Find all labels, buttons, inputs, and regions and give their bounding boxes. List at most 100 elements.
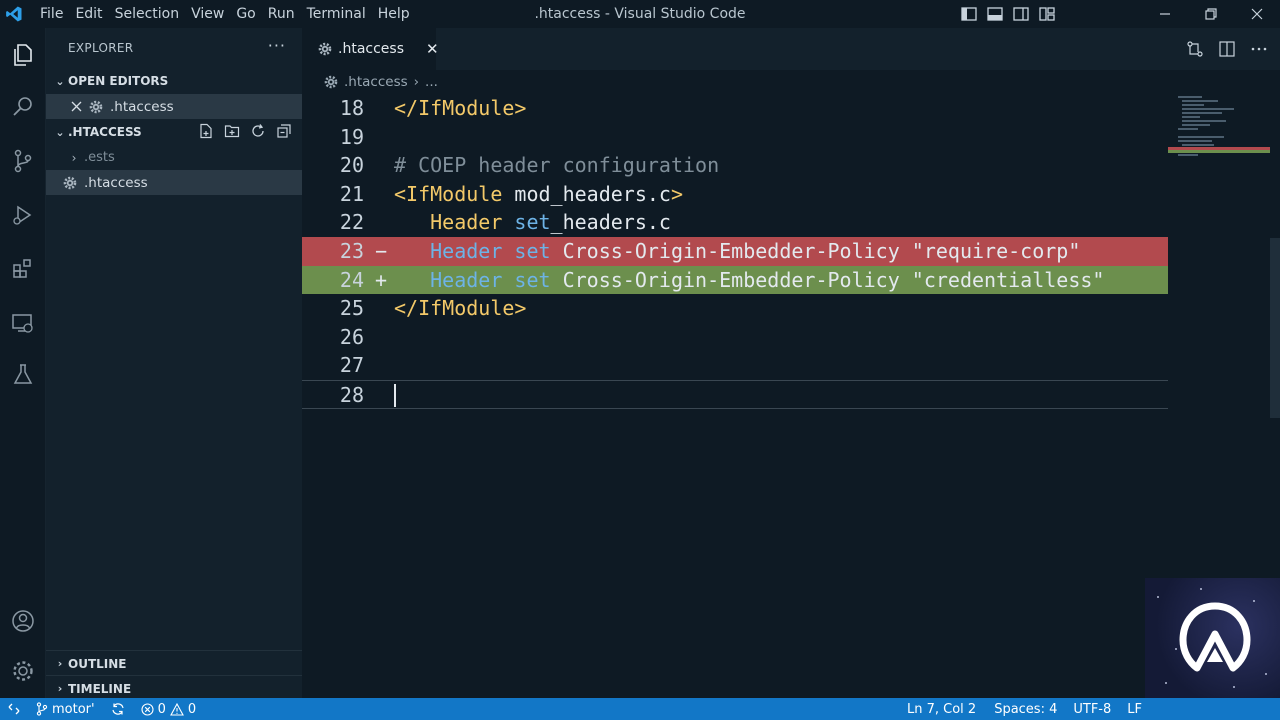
file-gear-icon [88,99,104,115]
more-actions-icon[interactable] [1250,40,1268,58]
tree-item-file[interactable]: .htaccess [46,170,302,195]
explorer-more-actions-icon[interactable]: ··· [268,36,286,55]
menu-view[interactable]: View [185,0,230,28]
code-line[interactable]: 26 [302,323,1168,352]
code-line[interactable]: 21 <IfModule mod_headers.c> [302,180,1168,209]
code-text: Header set Cross-Origin-Embedder-Policy … [394,266,1104,295]
source-control-icon[interactable] [0,138,46,184]
explorer-icon[interactable] [0,32,46,78]
code-text: Header set Cross-Origin-Embedder-Policy … [394,237,1080,266]
branch-status[interactable]: motor' [28,702,103,717]
window-controls [1142,0,1280,28]
toggle-panel-icon[interactable] [986,5,1004,23]
line-number: 20 [339,153,364,178]
open-editors-section-header[interactable]: ⌄ OPEN EDITORS [46,68,302,94]
tree-item-folder[interactable]: › .ests [46,145,302,170]
remote-explorer-icon[interactable] [0,300,46,346]
explorer-title: EXPLORER [68,41,134,55]
open-changes-icon[interactable] [1186,40,1204,58]
code-line[interactable]: 18 </IfModule> [302,94,1168,123]
new-file-icon[interactable] [198,123,214,139]
chevron-right-icon: › [57,657,63,670]
line-number: 26 [339,324,364,349]
collapse-all-icon[interactable] [276,123,292,139]
close-tab-icon[interactable]: ✕ [426,40,439,58]
code-line[interactable]: 27 [302,351,1168,380]
error-icon [141,702,154,716]
menu-selection[interactable]: Selection [109,0,186,28]
explorer-sidebar: EXPLORER ··· ⌄ OPEN EDITORS .htaccess ⌄ … [46,28,302,698]
code-token: > [670,181,683,206]
line-number: 25 [339,296,364,321]
menu-file[interactable]: File [34,0,69,28]
code-token: Cross-Origin-Embedder-Policy [550,267,912,292]
menu-go[interactable]: Go [230,0,261,28]
code-text: Header set_headers.c [394,208,671,237]
tab-htaccess[interactable]: .htaccess ✕ [302,28,439,70]
breadcrumb-symbols[interactable]: ... [425,74,438,90]
restore-icon[interactable] [1188,0,1234,28]
channel-watermark-logo [1145,578,1280,698]
editor-actions [1186,40,1268,58]
chevron-right-icon: › [71,150,77,165]
status-bar: motor' 0 0 Ln 7, Col 2 Spaces: 4 UTF-8 L… [0,698,1280,720]
menu-terminal[interactable]: Terminal [301,0,372,28]
manage-gear-icon[interactable] [0,648,46,694]
minimize-icon[interactable] [1142,0,1188,28]
diff-deleted-line[interactable]: 23− Header set Cross-Origin-Embedder-Pol… [302,237,1168,266]
breadcrumb: .htaccess › ... [302,70,1280,94]
sync-icon [111,702,125,716]
code-text: </IfModule> [394,294,526,323]
outline-label: OUTLINE [68,656,127,671]
menu-run[interactable]: Run [262,0,301,28]
warning-count: 0 [187,701,197,717]
sync-status[interactable] [103,702,133,716]
testing-icon[interactable] [0,352,46,398]
encoding[interactable]: UTF-8 [1065,702,1119,717]
problems-status[interactable]: 0 0 [133,702,205,717]
search-icon[interactable] [0,84,46,130]
code-line[interactable]: 19 [302,123,1168,152]
end-of-line[interactable]: LF [1119,702,1280,717]
open-editor-item[interactable]: .htaccess [46,94,302,119]
diff-inserted-line[interactable]: 24 + Header set Cross-Origin-Embedder-Pol… [302,265,1168,295]
code-line[interactable]: 25 </IfModule> [302,294,1168,323]
code-line[interactable]: 20 # COEP header configuration [302,151,1168,180]
code-token: # COEP header configuration [394,153,720,178]
code-line[interactable]: 28 [302,380,1168,409]
code-editor[interactable]: 18 </IfModule> 19 20 # COEP header configura… [302,94,1168,698]
run-debug-icon[interactable] [0,192,46,238]
workspace-section-header[interactable]: ⌄ .HTACCESS [46,119,302,145]
timeline-label: TIMELINE [68,681,132,696]
line-number: 28 [339,383,364,407]
line-number: 24 [339,267,364,292]
remote-indicator-icon[interactable] [0,698,28,720]
close-editor-icon[interactable] [68,101,84,112]
accounts-icon[interactable] [0,598,46,644]
code-line[interactable]: 22 Header set_headers.c [302,208,1168,237]
toggle-secondary-sidebar-icon[interactable] [1012,5,1030,23]
editor-tabs-bar: .htaccess ✕ [302,28,1280,70]
file-gear-icon [62,175,78,191]
refresh-icon[interactable] [250,123,266,139]
cursor-position[interactable]: Ln 7, Col 2 [899,702,984,717]
scrollbar-thumb[interactable] [1270,238,1280,418]
code-token: _headers.c [550,210,671,235]
chevron-right-icon: › [57,682,63,695]
code-text: </IfModule> [394,94,526,123]
extensions-icon[interactable] [0,246,46,292]
code-token: Header [430,239,503,263]
customize-layout-icon[interactable] [1038,5,1056,23]
menu-edit[interactable]: Edit [69,0,108,28]
chevron-right-icon: › [413,74,420,90]
toggle-primary-sidebar-icon[interactable] [960,5,978,23]
menu-help[interactable]: Help [372,0,416,28]
outline-section-header[interactable]: › OUTLINE [46,650,302,676]
breadcrumb-file[interactable]: .htaccess [344,74,408,90]
new-folder-icon[interactable] [224,123,240,139]
code-token: <IfModule [394,181,503,206]
close-window-icon[interactable] [1234,0,1280,28]
line-number: 19 [339,124,364,149]
indentation[interactable]: Spaces: 4 [986,702,1065,717]
split-editor-icon[interactable] [1218,40,1236,58]
